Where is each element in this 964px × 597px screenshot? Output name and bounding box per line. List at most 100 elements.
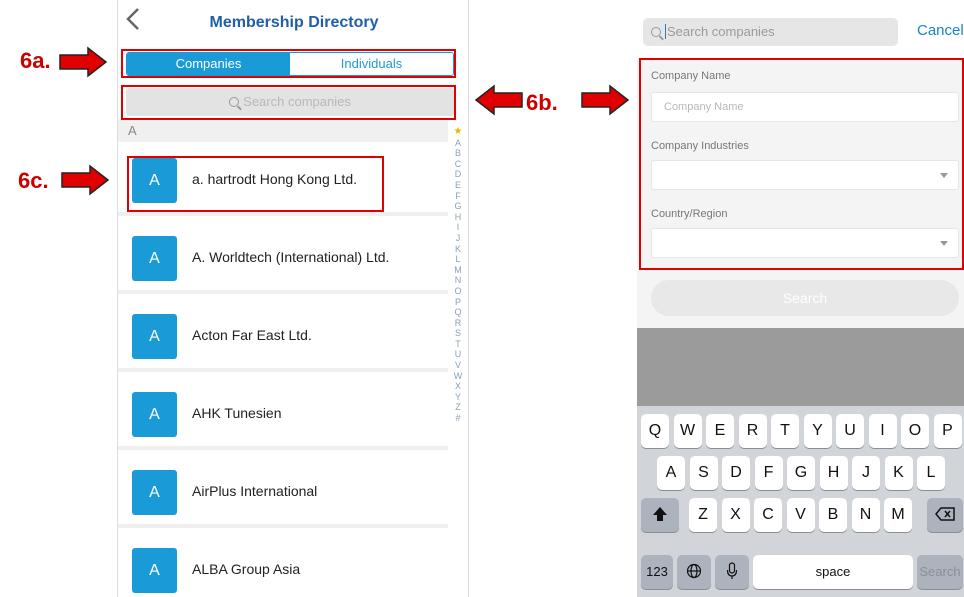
index-letter[interactable]: F <box>452 191 464 202</box>
space-key[interactable]: space <box>753 555 913 589</box>
list-item[interactable]: A AirPlus International <box>118 454 448 528</box>
keyboard-key[interactable]: B <box>819 498 847 532</box>
keyboard-key[interactable]: E <box>706 414 734 448</box>
keyboard-key[interactable]: R <box>738 414 767 448</box>
keyboard-key[interactable]: Y <box>803 414 832 448</box>
page-title: Membership Directory <box>209 14 379 31</box>
text-caret <box>665 24 666 39</box>
index-letter[interactable]: K <box>452 244 464 255</box>
index-letter[interactable]: D <box>452 169 464 180</box>
annotation-6a: 6a. <box>20 48 51 73</box>
avatar: A <box>132 236 177 281</box>
index-letter[interactable]: H <box>452 212 464 223</box>
favorites-star-icon[interactable]: ★ <box>452 126 464 138</box>
keyboard-search-key[interactable]: Search <box>917 555 963 589</box>
index-letter[interactable]: N <box>452 275 464 286</box>
avatar: A <box>132 314 177 359</box>
backspace-icon <box>935 507 955 521</box>
shift-key[interactable] <box>641 498 679 532</box>
keyboard-key[interactable]: J <box>852 456 880 490</box>
keyboard-key[interactable]: U <box>836 414 864 448</box>
index-letter[interactable]: A <box>452 138 464 149</box>
keyboard-key[interactable]: O <box>901 414 929 448</box>
index-letter[interactable]: V <box>452 360 464 371</box>
keyboard-key[interactable]: N <box>851 498 880 532</box>
keyboard-key[interactable]: G <box>787 456 815 490</box>
index-letter[interactable]: B <box>452 148 464 159</box>
company-name: AirPlus International <box>192 483 318 499</box>
cancel-button[interactable]: Cancel <box>917 22 964 39</box>
arrow-right-icon <box>581 84 630 116</box>
index-letter[interactable]: J <box>452 233 464 244</box>
keyboard-key[interactable]: C <box>754 498 782 532</box>
keyboard-key[interactable]: Z <box>689 498 717 532</box>
index-letter[interactable]: W <box>452 371 464 382</box>
keyboard-key[interactable]: F <box>754 456 783 490</box>
keyboard-key[interactable]: X <box>721 498 750 532</box>
keyboard-key[interactable]: Q <box>641 414 669 448</box>
company-name: ALBA Group Asia <box>192 561 301 577</box>
index-letter[interactable]: Y <box>452 392 464 403</box>
company-name: Acton Far East Ltd. <box>192 327 312 343</box>
keyboard-key[interactable]: V <box>786 498 815 532</box>
annotation-6b: 6b. <box>526 90 558 115</box>
list-item[interactable]: A ALBA Group Asia <box>118 532 448 597</box>
index-letter[interactable]: O <box>452 286 464 297</box>
keyboard-key[interactable]: I <box>868 414 897 448</box>
list-item[interactable]: A AHK Tunesien <box>118 376 448 450</box>
microphone-icon <box>726 562 738 579</box>
index-letter[interactable]: R <box>452 318 464 329</box>
index-letter[interactable]: L <box>452 254 464 265</box>
keyboard-key[interactable]: D <box>722 456 750 490</box>
keyboard-key[interactable]: M <box>884 498 912 532</box>
microphone-key[interactable] <box>715 555 749 589</box>
index-letter[interactable]: I <box>452 222 464 233</box>
highlight-6b-right <box>639 58 964 270</box>
index-letter[interactable]: C <box>452 159 464 170</box>
list-item[interactable]: A Acton Far East Ltd. <box>118 298 448 372</box>
index-letter[interactable]: Q <box>452 307 464 318</box>
search-placeholder: Search companies <box>667 24 775 39</box>
keyboard-key[interactable]: W <box>673 414 702 448</box>
index-letter[interactable]: M <box>452 265 464 276</box>
section-header: A <box>118 120 448 142</box>
keyboard-key[interactable]: H <box>819 456 848 490</box>
arrow-right-icon <box>59 46 108 78</box>
index-letter[interactable]: U <box>452 349 464 360</box>
keyboard-key[interactable]: A <box>657 456 685 490</box>
index-letter[interactable]: E <box>452 180 464 191</box>
search-icon <box>651 27 661 37</box>
avatar: A <box>132 392 177 437</box>
search-button[interactable]: Search <box>651 280 959 316</box>
index-letter[interactable]: S <box>452 328 464 339</box>
keyboard-key[interactable]: T <box>771 414 799 448</box>
keyboard-key[interactable]: K <box>884 456 913 490</box>
nav-bar: Membership Directory <box>118 0 468 48</box>
keyboard-key[interactable]: S <box>689 456 718 490</box>
search-header: Search companies Cancel <box>637 0 964 48</box>
globe-icon <box>686 563 702 579</box>
globe-key[interactable] <box>677 555 711 589</box>
backspace-key[interactable] <box>927 498 963 532</box>
index-letter[interactable]: T <box>452 339 464 350</box>
shift-icon <box>653 507 667 521</box>
index-letter[interactable]: Z <box>452 402 464 413</box>
annotation-6c: 6c. <box>18 168 49 193</box>
index-letter[interactable]: G <box>452 201 464 212</box>
avatar: A <box>132 548 177 593</box>
index-letter[interactable]: # <box>452 413 464 424</box>
search-companies-input[interactable]: Search companies <box>643 18 898 46</box>
company-name: AHK Tunesien <box>192 405 282 421</box>
list-item[interactable]: A A. Worldtech (International) Ltd. <box>118 220 448 294</box>
index-letter[interactable]: P <box>452 297 464 308</box>
alphabet-index[interactable]: ★ A B C D E F G H I J K L M N O P Q R S T U V W X Y Z # <box>452 126 464 424</box>
keyboard-key[interactable]: L <box>917 456 945 490</box>
keyboard-key[interactable]: P <box>933 414 962 448</box>
highlight-6a <box>121 49 456 78</box>
highlight-6b-left <box>121 85 456 120</box>
arrow-left-icon <box>474 84 523 116</box>
company-name: A. Worldtech (International) Ltd. <box>192 249 390 265</box>
on-screen-keyboard: 123 space Search QWERTYUIOP ASDFGHJKL ZXCV… <box>637 406 964 597</box>
index-letter[interactable]: X <box>452 381 464 392</box>
numbers-key[interactable]: 123 <box>641 555 673 589</box>
